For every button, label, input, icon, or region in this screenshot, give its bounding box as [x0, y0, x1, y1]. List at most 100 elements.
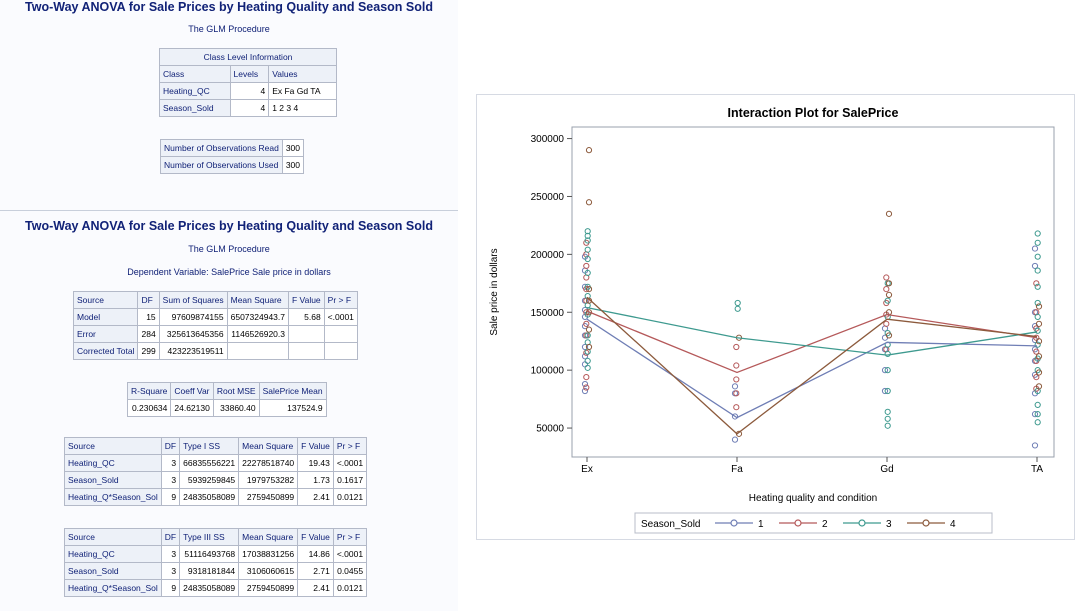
legend-label-3: 3 [886, 519, 892, 530]
col-header: Mean Square [238, 437, 299, 455]
col-header: Class [159, 65, 231, 83]
chart-title: Interaction Plot for SalePrice [728, 106, 899, 120]
table-cell: 0.1617 [332, 471, 368, 489]
col-header: Type III SS [179, 528, 240, 546]
y-tick-label: 100000 [531, 366, 565, 377]
legend-label-1: 1 [758, 519, 764, 530]
legend-title: Season_Sold [641, 519, 701, 530]
col-header: Levels [229, 65, 270, 83]
table-row: Heating_Q*Season_Sol 9 24835058089 27594… [64, 488, 368, 506]
row-header: Model [72, 308, 139, 326]
col-header: Source [72, 291, 139, 309]
col-header: SalePrice Mean [258, 382, 327, 400]
table-row: Error 284 325613645356 1146526920.3 [72, 325, 358, 343]
col-header: Type I SS [179, 437, 240, 455]
row-header: Heating_QC [64, 545, 162, 563]
observations-table: Number of Observations Read 300 Number o… [160, 139, 305, 174]
class-level-table: Class Level Information Class Levels Val… [159, 48, 337, 117]
table-row: Season_Sold 4 1 2 3 4 [159, 99, 337, 117]
col-header: Root MSE [212, 382, 260, 400]
table-cell: <.0001 [323, 308, 358, 326]
row-header: Season_Sold [64, 562, 162, 580]
row-header: Error [72, 325, 139, 343]
table-row: Number of Observations Read 300 [160, 139, 305, 157]
table-cell: 24835058089 [179, 579, 240, 597]
type1-ss-table: Source DF Type I SS Mean Square F Value … [64, 437, 368, 506]
table-cell: <.0001 [332, 454, 368, 472]
y-tick-label: 50000 [536, 424, 564, 435]
table-cell: 300 [281, 156, 305, 174]
col-header: Pr > F [332, 528, 368, 546]
col-header: DF [160, 528, 181, 546]
col-header: Sum of Squares [158, 291, 228, 309]
row-header: Number of Observations Read [160, 139, 283, 157]
x-axis: Ex Fa Gd TA [581, 457, 1043, 475]
row-header: Season_Sold [159, 99, 231, 117]
table-cell: 0.230634 [126, 399, 172, 417]
type3-ss-table: Source DF Type III SS Mean Square F Valu… [64, 528, 368, 597]
section2-procedure: The GLM Procedure [188, 244, 270, 254]
table-cell: 5.68 [288, 308, 325, 326]
col-header: Values [268, 65, 337, 83]
table-row: Model 15 97609874155 6507324943.7 5.68 <… [72, 308, 358, 326]
table-cell: 2759450899 [238, 579, 299, 597]
row-header: Heating_QC [159, 82, 231, 100]
table-cell: 3106060615 [238, 562, 299, 580]
y-axis: 50000 100000 150000 200000 250000 300000 [531, 134, 572, 435]
legend-label-2: 2 [822, 519, 828, 530]
class-level-caption: Class Level Information [159, 48, 337, 66]
table-cell: 97609874155 [158, 308, 228, 326]
table-cell: 6507324943.7 [226, 308, 290, 326]
table-cell: 14.86 [297, 545, 334, 563]
table-row: Heating_QC 3 51116493768 17038831256 14.… [64, 545, 368, 563]
table-cell: 0.0121 [332, 488, 368, 506]
table-row: 0.230634 24.62130 33860.40 137524.9 [126, 399, 327, 417]
dependent-variable: Dependent Variable: SalePrice Sale price… [127, 267, 331, 277]
table-row: Heating_QC 3 66835556221 22278518740 19.… [64, 454, 368, 472]
interaction-plot: Interaction Plot for SalePrice 50000 1000… [489, 106, 1055, 534]
table-cell: 1.73 [297, 471, 334, 489]
table-cell [226, 342, 290, 360]
row-header: Heating_Q*Season_Sol [64, 579, 162, 597]
table-cell: 284 [137, 325, 160, 343]
table-cell: 22278518740 [238, 454, 299, 472]
table-cell [323, 342, 358, 360]
x-tick-label: Gd [880, 464, 893, 475]
table-cell: 423223519511 [158, 342, 228, 360]
col-header: Pr > F [323, 291, 358, 309]
table-cell: 15 [137, 308, 160, 326]
table-row: Number of Observations Used 300 [160, 156, 305, 174]
table-cell: 4 [229, 82, 270, 100]
legend-marker-2 [794, 519, 802, 527]
table-row: Heating_Q*Season_Sol 9 24835058089 27594… [64, 579, 368, 597]
table-cell: <.0001 [332, 545, 368, 563]
table-cell: 24835058089 [179, 488, 240, 506]
table-cell: 299 [137, 342, 160, 360]
x-tick-label: Fa [731, 464, 743, 475]
table-cell: 9 [160, 579, 181, 597]
anova-table: Source DF Sum of Squares Mean Square F V… [72, 291, 358, 360]
row-header: Season_Sold [64, 471, 162, 489]
y-axis-label: Sale price in dollars [489, 248, 500, 335]
plot-area [571, 126, 1055, 458]
table-cell: 5939259845 [179, 471, 240, 489]
col-header: F Value [297, 528, 334, 546]
y-tick-label: 150000 [531, 308, 565, 319]
legend-label-4: 4 [950, 519, 956, 530]
row-header: Heating_Q*Season_Sol [64, 488, 162, 506]
table-cell: 3 [160, 545, 181, 563]
table-cell: 19.43 [297, 454, 334, 472]
table-cell: 33860.40 [212, 399, 260, 417]
col-header: R-Square [126, 382, 172, 400]
col-header: DF [160, 437, 181, 455]
table-row: Heating_QC 4 Ex Fa Gd TA [159, 82, 337, 100]
table-cell: 325613645356 [158, 325, 228, 343]
table-cell: 2.41 [297, 579, 334, 597]
row-header: Corrected Total [72, 342, 139, 360]
table-cell: 3 [160, 471, 181, 489]
table-cell: 9318181844 [179, 562, 240, 580]
col-header: Pr > F [332, 437, 368, 455]
table-cell: 3 [160, 562, 181, 580]
y-tick-label: 250000 [531, 192, 565, 203]
col-header: Source [64, 437, 162, 455]
